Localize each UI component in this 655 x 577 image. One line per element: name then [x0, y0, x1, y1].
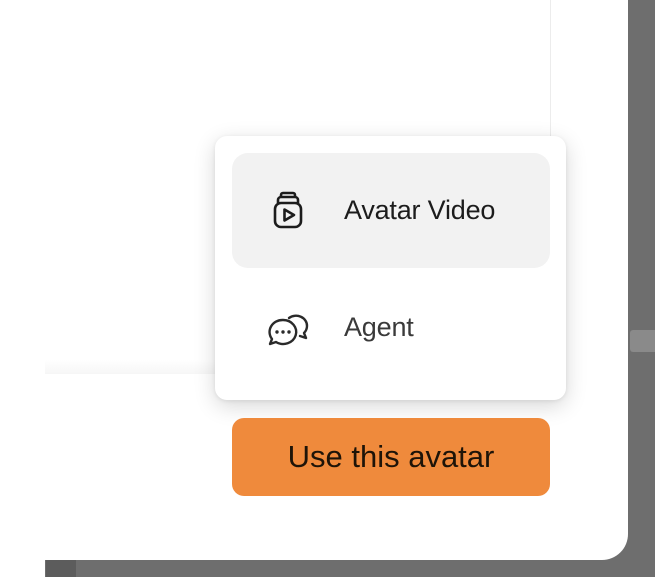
video-stack-icon [264, 187, 312, 235]
backdrop-divider [46, 560, 76, 577]
backdrop-edge-mark [630, 330, 655, 352]
use-this-avatar-button[interactable]: Use this avatar [232, 418, 550, 496]
menu-item-agent[interactable]: Agent [232, 270, 550, 385]
use-avatar-dropdown-menu: Avatar Video Agent [215, 136, 566, 400]
chat-bubbles-icon [264, 304, 312, 352]
menu-item-label: Avatar Video [344, 195, 496, 225]
menu-item-label: Agent [344, 312, 414, 342]
backdrop-bottom-left [0, 560, 45, 577]
menu-item-avatar-video[interactable]: Avatar Video [232, 153, 550, 268]
